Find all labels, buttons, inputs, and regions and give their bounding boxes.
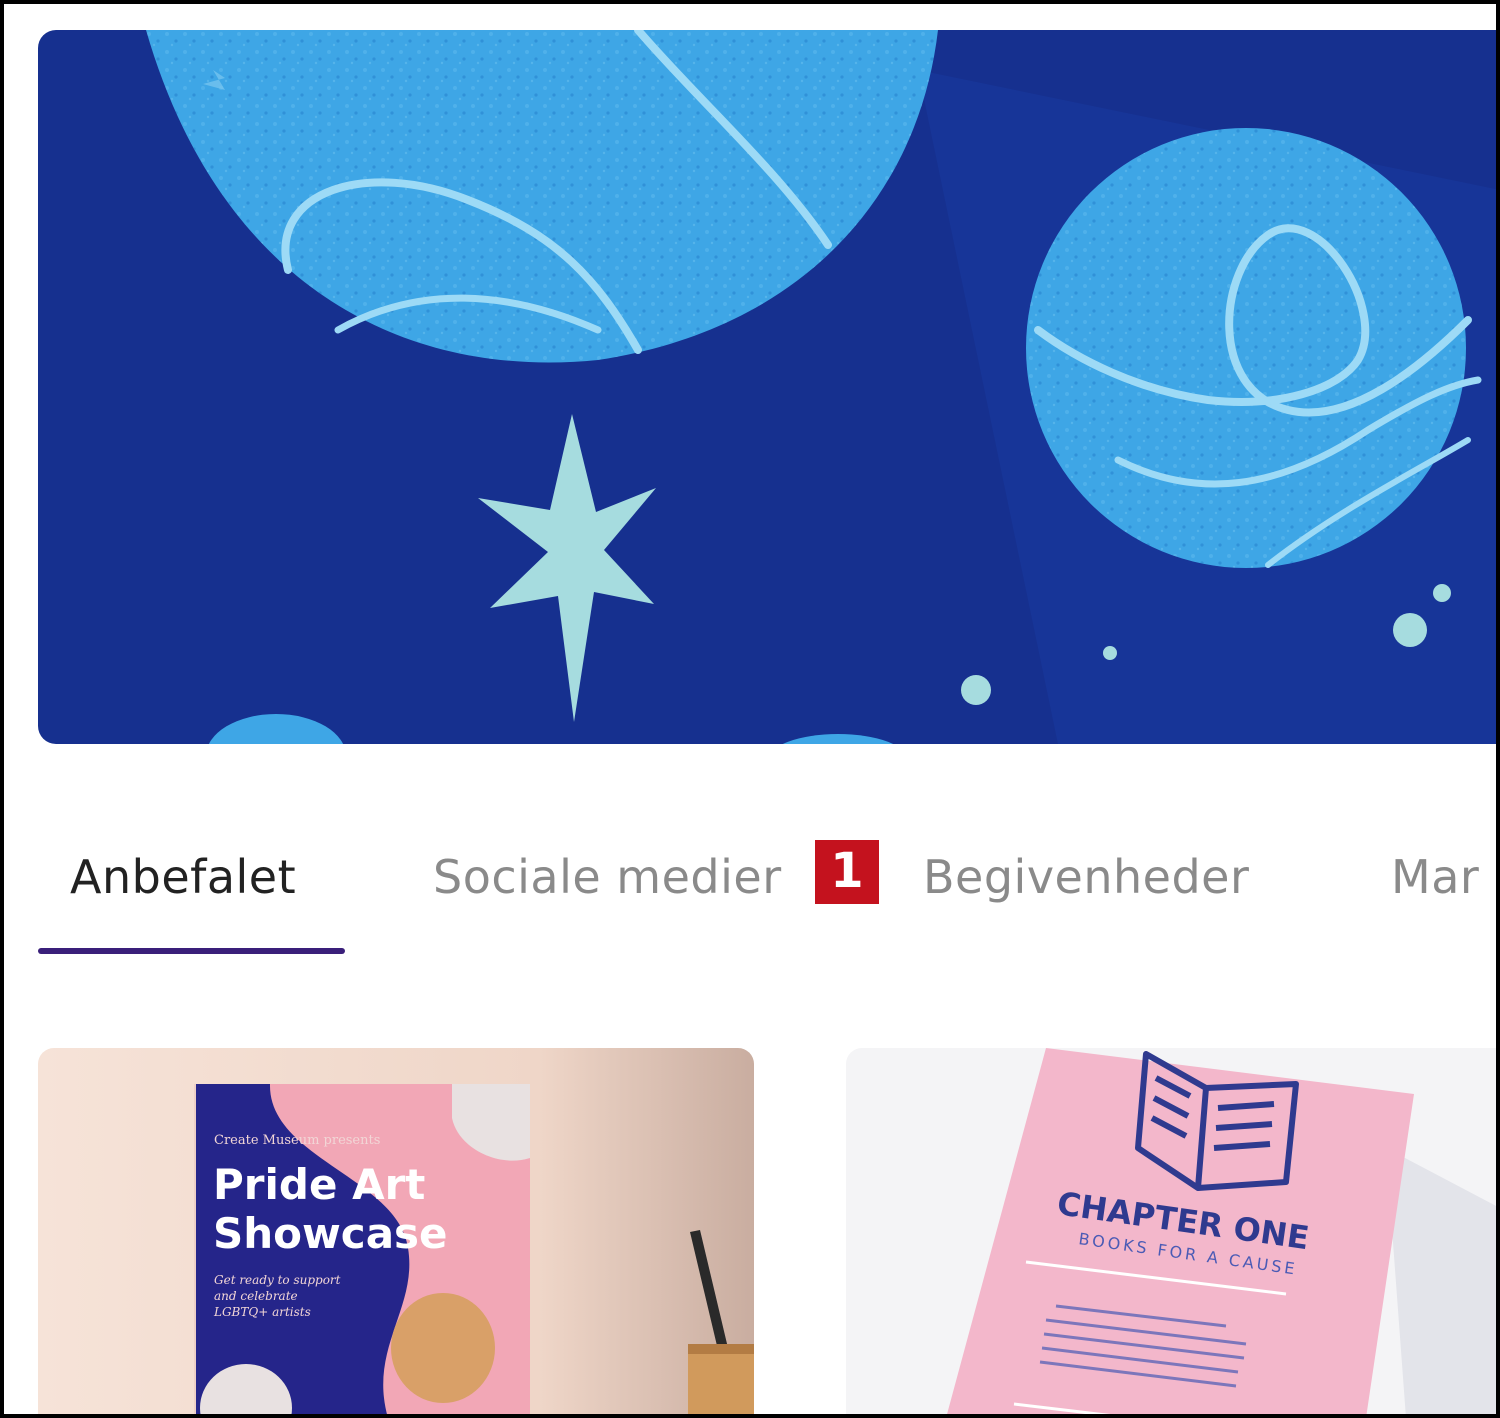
poster-small-top: Create Museum presents [214,1133,380,1148]
pride-poster-thumbnail: Create Museum presents Pride Art Showcas… [38,1048,754,1418]
poster-title-line2: Showcase [213,1209,448,1258]
category-tabs: Anbefalet Sociale medier 1 Begivenheder … [38,820,1500,960]
dot [961,675,991,705]
chapter-one-flyer-thumbnail: CHAPTER ONE BOOKS FOR A CAUSE [846,1048,1500,1418]
poster-title-line1: Pride Art [213,1160,425,1209]
tab-marketing[interactable]: Mar [1391,850,1479,904]
template-card-chapter-one[interactable]: CHAPTER ONE BOOKS FOR A CAUSE [846,1048,1500,1418]
poster-small-line: and celebrate [214,1289,298,1303]
active-tab-indicator [38,948,345,954]
poster-small-line: Get ready to support [214,1273,341,1287]
space-illustration [38,30,1500,744]
dot [1433,584,1451,602]
tab-sociale-medier[interactable]: Sociale medier [433,850,782,904]
tab-begivenheder[interactable]: Begivenheder [923,850,1249,904]
dot [1393,613,1427,647]
poster-small-line: LGBTQ+ artists [213,1305,311,1319]
dot [1103,646,1117,660]
template-card-pride-art[interactable]: Create Museum presents Pride Art Showcas… [38,1048,754,1418]
notification-badge: 1 [815,840,879,904]
tab-anbefalet[interactable]: Anbefalet [70,850,296,904]
hero-banner[interactable] [38,30,1500,744]
